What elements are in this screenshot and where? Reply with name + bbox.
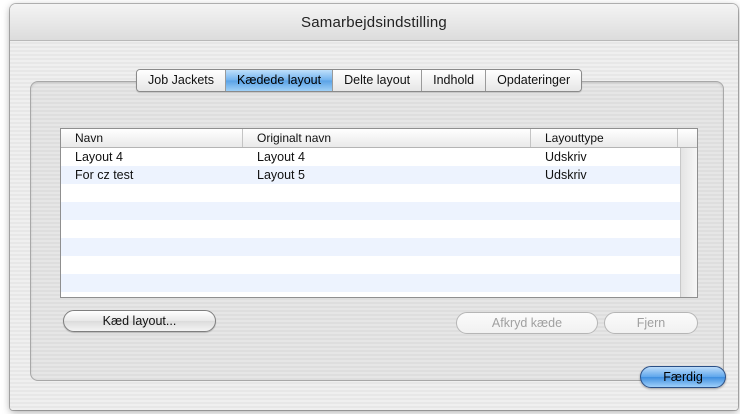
empty-row — [61, 202, 680, 220]
column-header-layouttype[interactable]: Layouttype — [531, 129, 678, 147]
linked-layouts-table: Navn Originalt navn Layouttype Layout 4 … — [60, 128, 698, 298]
cell-navn: For cz test — [75, 168, 134, 182]
empty-row — [61, 256, 680, 274]
cell-layouttype: Udskriv — [545, 168, 587, 182]
cell-originalt-navn: Layout 4 — [257, 150, 305, 164]
empty-row — [61, 184, 680, 202]
tab-delte-layout[interactable]: Delte layout — [333, 70, 423, 91]
title-bar[interactable]: Samarbejdsindstilling — [10, 4, 738, 41]
table-body: Layout 4 Layout 4 Udskriv For cz test La… — [61, 148, 680, 297]
column-header-navn[interactable]: Navn — [61, 129, 243, 147]
table-row[interactable]: Layout 4 Layout 4 Udskriv — [61, 148, 680, 166]
link-layout-button[interactable]: Kæd layout... — [63, 310, 216, 332]
table-header: Navn Originalt navn Layouttype — [61, 129, 697, 148]
empty-row — [61, 220, 680, 238]
tab-kaedede-layout[interactable]: Kædede layout — [226, 70, 334, 91]
empty-row — [61, 238, 680, 256]
window-title: Samarbejdsindstilling — [301, 13, 447, 31]
tab-indhold[interactable]: Indhold — [422, 70, 487, 91]
column-header-spacer — [678, 129, 697, 147]
cell-originalt-navn: Layout 5 — [257, 168, 305, 182]
column-header-originalt-navn[interactable]: Originalt navn — [243, 129, 531, 147]
remove-button[interactable]: Fjern — [604, 312, 698, 334]
tab-bar: Job Jackets Kædede layout Delte layout I… — [136, 69, 583, 92]
empty-row — [61, 274, 680, 292]
cell-layouttype: Udskriv — [545, 150, 587, 164]
done-button[interactable]: Færdig — [640, 366, 726, 388]
unlink-button[interactable]: Afkryd kæde — [456, 312, 598, 334]
tab-opdateringer[interactable]: Opdateringer — [486, 70, 582, 91]
table-row[interactable]: For cz test Layout 5 Udskriv — [61, 166, 680, 184]
vertical-scrollbar[interactable] — [680, 148, 697, 297]
cell-navn: Layout 4 — [75, 150, 123, 164]
tab-job-jackets[interactable]: Job Jackets — [137, 70, 227, 91]
